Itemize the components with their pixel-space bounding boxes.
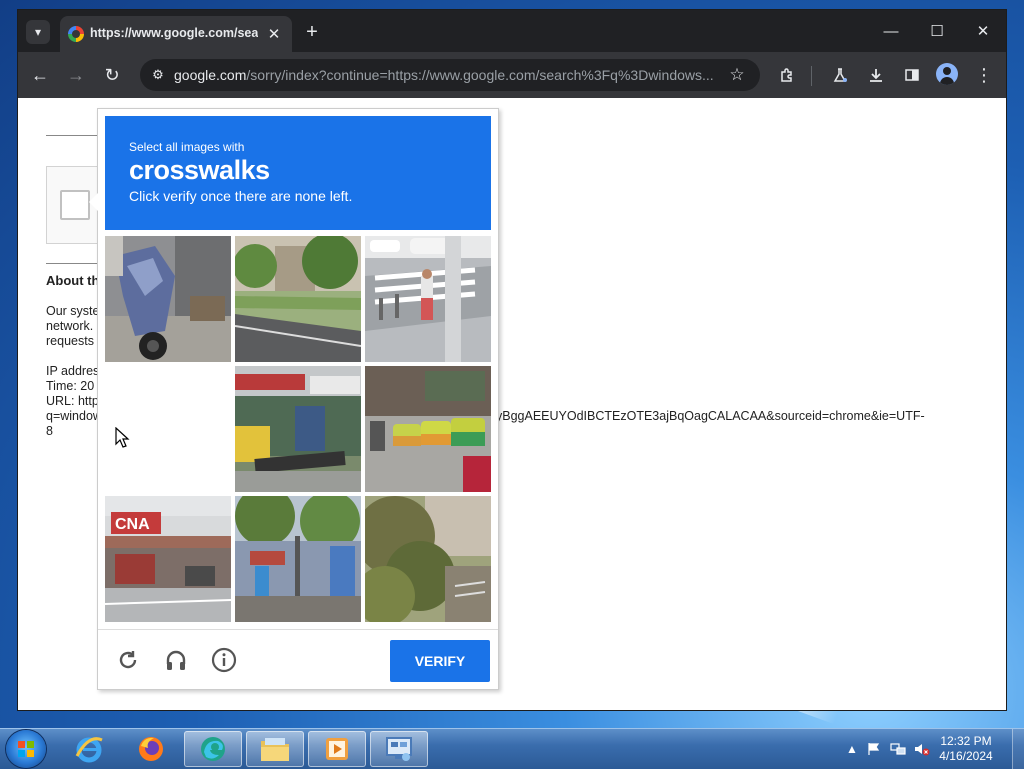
browser-toolbar: ← → ↻ ⚙ google.com/sorry/index?continue=… [18,52,1006,98]
captcha-challenge-dialog: Select all images with crosswalks Click … [89,108,499,690]
extensions-icon[interactable] [775,63,799,87]
reload-icon[interactable] [114,646,142,674]
image-tile-5[interactable] [235,366,361,492]
file-explorer-icon[interactable] [246,731,304,767]
image-tile-3[interactable] [365,236,491,362]
instruction-line: Select all images with [129,140,245,154]
tab-search-button[interactable]: ▾ [26,20,50,44]
remote-desktop-icon[interactable] [370,731,428,767]
dialog-pointer [89,193,98,211]
image-grid: CNA [105,236,491,622]
image-tile-6[interactable] [365,366,491,492]
image-tile-1[interactable] [105,236,231,362]
image-tile-7[interactable]: CNA [105,496,231,622]
side-panel-icon[interactable] [900,63,924,87]
downloads-icon[interactable] [864,63,888,87]
bookmark-star-icon[interactable]: ☆ [726,64,748,86]
cna-sign: CNA [115,516,150,533]
network-icon[interactable] [890,741,906,757]
google-favicon-icon [68,26,84,42]
challenge-instructions: Select all images with crosswalks Click … [105,116,491,230]
back-button[interactable]: ← [27,62,53,88]
verify-button[interactable]: VERIFY [390,640,490,682]
tab-close-icon[interactable]: ✕ [264,24,284,44]
challenge-footer: VERIFY [98,629,498,690]
new-tab-button[interactable]: + [300,20,324,44]
time-line: Time: 20 [46,379,95,393]
headphones-icon[interactable] [162,646,190,674]
site-info-icon[interactable]: ⚙ [148,65,168,85]
forward-button[interactable]: → [63,62,89,88]
recaptcha-checkbox[interactable] [60,190,90,220]
start-button[interactable] [6,730,46,768]
instruction-subtext: Click verify once there are none left. [129,188,353,204]
close-window-button[interactable]: ✕ [968,18,998,44]
system-clock[interactable]: 12:32 PM 4/16/2024 [934,734,998,764]
tab-active[interactable]: https://www.google.com/search ✕ [60,16,292,52]
show-hidden-icons[interactable]: ▲ [844,741,860,757]
tab-title: https://www.google.com/search [90,26,258,40]
body-text-line: requests [46,334,94,348]
info-icon[interactable] [210,646,238,674]
windows-logo-icon [18,741,34,757]
mouse-cursor-icon [115,427,130,448]
media-player-icon[interactable] [308,731,366,767]
image-tile-8[interactable] [235,496,361,622]
about-heading: About th [46,273,100,288]
clock-time: 12:32 PM [940,734,992,748]
clock-date: 4/16/2024 [939,749,993,763]
show-desktop-button[interactable] [1012,729,1024,769]
address-url[interactable]: google.com/sorry/index?continue=https://… [174,67,722,85]
toolbar-separator [811,66,812,86]
body-text-line: Our syste [46,304,100,318]
firefox-icon[interactable] [122,731,180,767]
url-continuation: yBggAEEUYOdIBCTEzOTE3ajBqOagCALACAA&sour… [496,409,925,423]
url-line-2: q=window [46,409,102,423]
image-tile-9[interactable] [365,496,491,622]
labs-flask-icon[interactable] [828,63,852,87]
minimize-button[interactable]: — [876,18,906,44]
body-text-line: network. [46,319,94,333]
profile-avatar-icon[interactable] [936,63,958,85]
reload-button[interactable]: ↻ [99,62,125,88]
maximize-button[interactable]: ☐ [922,18,952,44]
volume-muted-icon[interactable] [914,741,930,757]
tab-bar: ▾ https://www.google.com/search ✕ + — ☐ … [18,10,1006,52]
edge-icon[interactable] [184,731,242,767]
url-line: URL: http [46,394,99,408]
menu-kebab-icon[interactable]: ⋮ [972,63,996,87]
internet-explorer-icon[interactable] [60,731,118,767]
action-center-flag-icon[interactable] [866,741,882,757]
url-line-3: 8 [46,424,53,438]
taskbar: ▲ 12:32 PM 4/16/2024 [0,728,1024,769]
target-word: crosswalks [129,155,270,185]
ip-address-line: IP addres [46,364,100,378]
address-bar[interactable]: ⚙ google.com/sorry/index?continue=https:… [140,59,760,91]
image-tile-2[interactable] [235,236,361,362]
